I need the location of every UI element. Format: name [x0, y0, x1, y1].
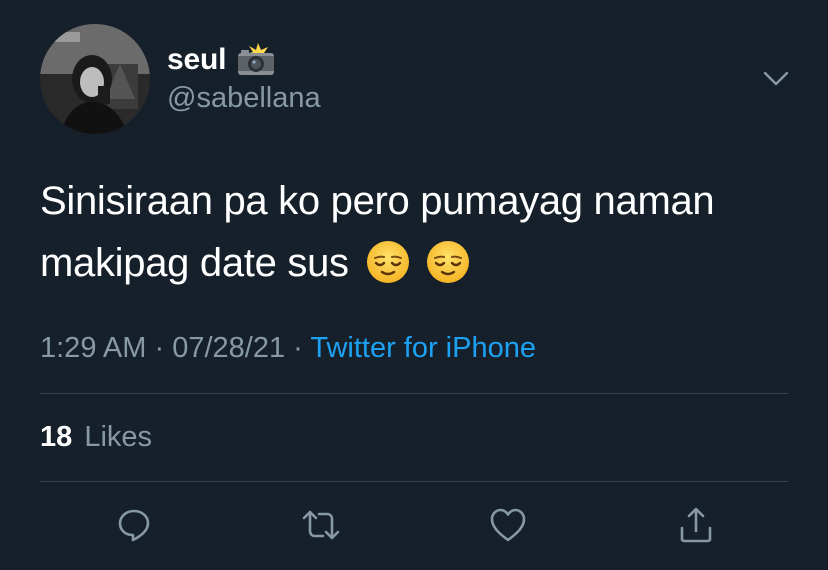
tweet-time[interactable]: 1:29 AM	[40, 332, 146, 364]
retweet-button[interactable]	[299, 503, 343, 547]
divider	[40, 393, 788, 394]
like-icon	[490, 508, 526, 542]
display-name[interactable]: seul	[167, 43, 226, 77]
reply-button[interactable]	[112, 503, 156, 547]
retweet-icon	[302, 510, 340, 540]
tweet-actions-bar	[0, 503, 828, 547]
meta-separator: ·	[285, 332, 311, 364]
relieved-face-emoji	[366, 240, 410, 302]
divider	[40, 481, 788, 482]
like-button[interactable]	[486, 503, 530, 547]
share-icon	[680, 507, 712, 543]
meta-separator: ·	[146, 332, 173, 364]
relieved-face-emoji	[426, 240, 470, 302]
likes-label: Likes	[84, 421, 153, 453]
avatar[interactable]	[40, 24, 150, 134]
tweet-text-line-1: Sinisiraan pa ko pero pumayag naman	[40, 179, 715, 223]
share-button[interactable]	[674, 503, 718, 547]
tweet-text: Sinisiraan pa ko pero pumayag naman maki…	[40, 170, 800, 302]
reply-icon	[118, 509, 150, 542]
chevron-down-icon[interactable]	[760, 64, 792, 92]
camera-with-flash-emoji	[236, 43, 276, 77]
likes-count: 18	[40, 421, 73, 453]
user-handle[interactable]: @sabellana	[167, 82, 321, 115]
tweet-text-line-2-text: makipag date sus	[40, 241, 349, 285]
tweet-date[interactable]: 07/28/21	[172, 332, 285, 364]
tweet-meta: 1:29 AM · 07/28/21 · Twitter for iPhone	[40, 332, 536, 365]
author-name-row: seul	[167, 40, 276, 80]
likes-stat[interactable]: 18 Likes	[40, 421, 152, 454]
tweet-source-link[interactable]: Twitter for iPhone	[310, 332, 536, 364]
tweet-text-line-2: makipag date sus	[40, 232, 800, 302]
